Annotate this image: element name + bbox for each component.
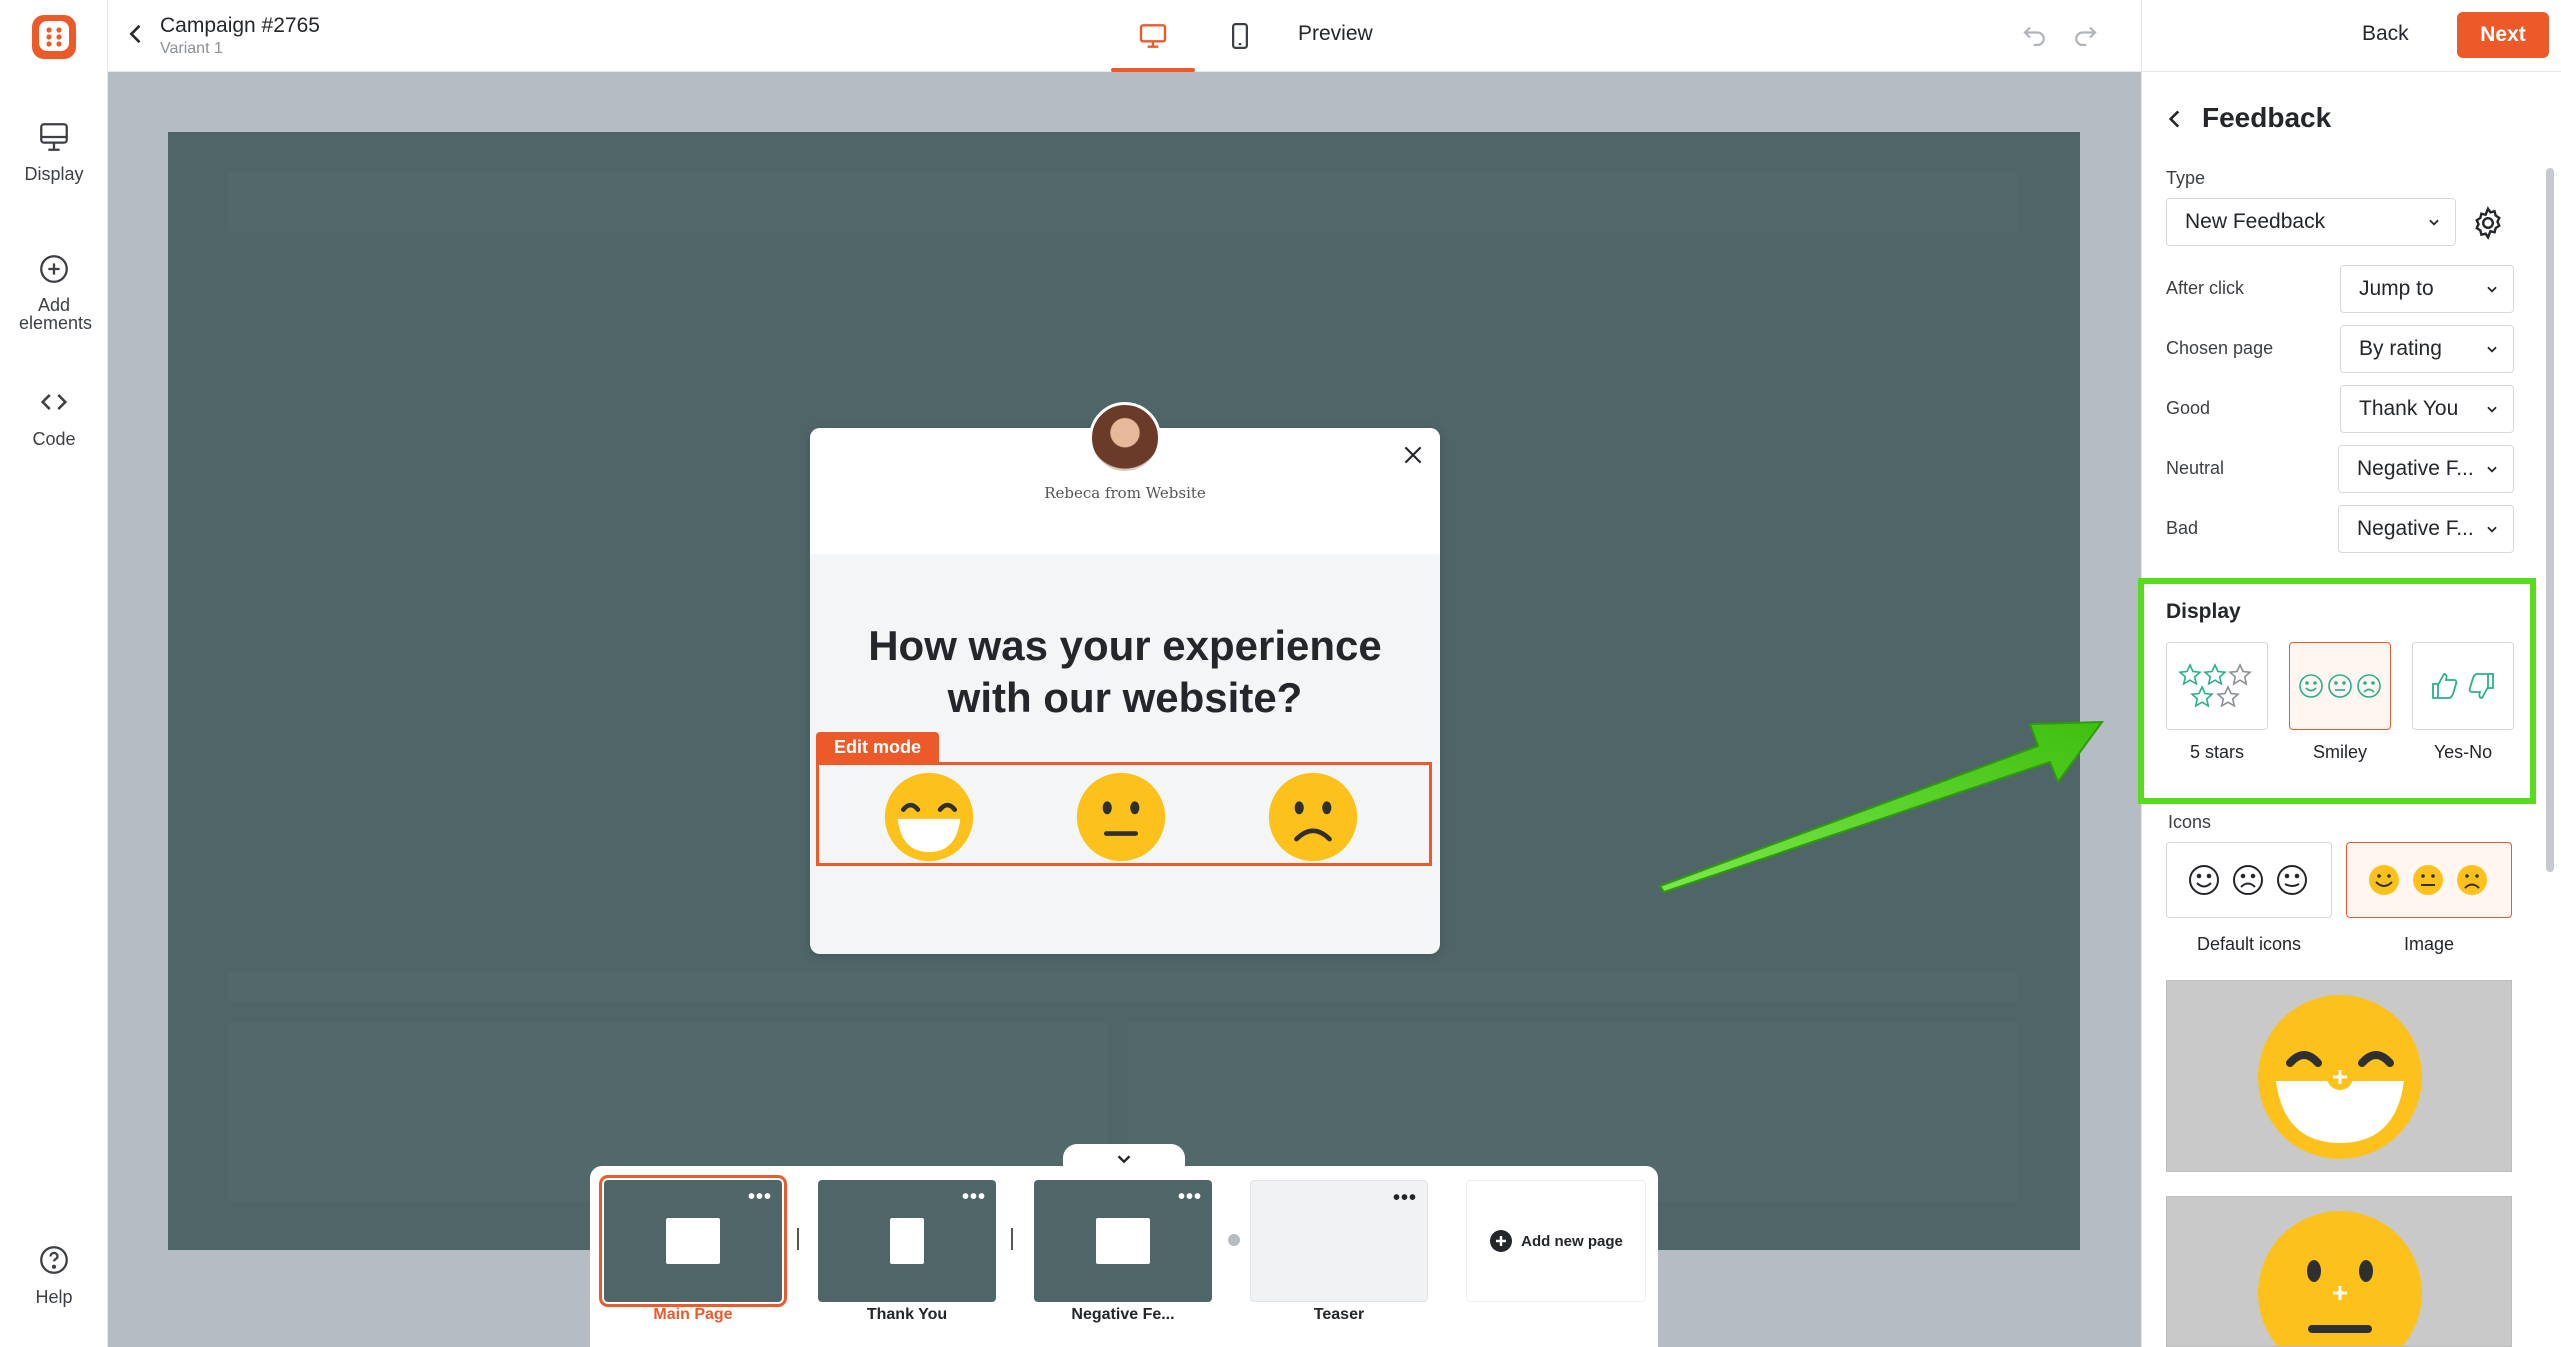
page-menu-icon[interactable]: ••• — [1178, 1186, 1202, 1209]
monitor-icon — [40, 123, 68, 151]
chevron-down-icon — [2487, 346, 2497, 353]
feedback-popup: Rebeca from Website How was your experie… — [810, 402, 1440, 954]
after-click-label: After click — [2166, 278, 2245, 298]
redo-icon[interactable] — [2070, 20, 2100, 50]
rail-item-help[interactable]: Help — [0, 1243, 108, 1308]
page-label: Main Page — [653, 1306, 733, 1323]
add-new-page-button[interactable]: Add new page — [1466, 1180, 1646, 1302]
desktop-view-button[interactable] — [1111, 0, 1195, 72]
chevron-down-icon — [2487, 406, 2497, 413]
rail-item-label: Help — [35, 1287, 73, 1307]
back-chevron-icon[interactable] — [2162, 106, 2188, 132]
feedback-rating-element[interactable] — [816, 762, 1432, 866]
popup-header: Rebeca from Website — [810, 402, 1440, 554]
icons-label: Icons — [2168, 812, 2212, 832]
page-thumb-negative-feedback[interactable]: ••• — [1034, 1180, 1212, 1302]
image-slot-neutral[interactable] — [2166, 1196, 2512, 1347]
rail-item-label: Add elements — [19, 295, 93, 333]
preview-button[interactable]: Preview — [1298, 22, 1373, 46]
chevron-down-icon — [2487, 526, 2497, 533]
image-slot-good[interactable] — [2166, 980, 2512, 1172]
neutral-face-icon — [2258, 1211, 2422, 1346]
plus-circle-icon — [1490, 1230, 1513, 1252]
mobile-icon — [1232, 23, 1248, 49]
bad-label: Bad — [2166, 518, 2199, 538]
pages-bar: ••• Main Page ••• Thank You ••• Negative… — [590, 1166, 1658, 1347]
top-bar: Campaign #2765 Variant 1 Preview — [108, 0, 2141, 72]
good-label: Good — [2166, 398, 2211, 418]
action-bar: Back Next — [2141, 0, 2561, 72]
default-face-icons — [2189, 865, 2307, 895]
rail-item-add-elements[interactable]: Add elements — [0, 252, 108, 332]
rail-item-label: Code — [32, 429, 76, 449]
icon-option-image[interactable] — [2346, 842, 2512, 918]
add-page-label: Add new page — [1521, 1232, 1623, 1250]
type-select[interactable]: New Feedback — [2166, 198, 2456, 246]
rail-item-code[interactable]: Code — [0, 385, 108, 450]
page-menu-icon[interactable]: ••• — [748, 1186, 772, 1209]
sender-name: Rebeca from Website — [1044, 484, 1206, 502]
chevron-down-icon — [2429, 219, 2439, 226]
grinning-face-icon[interactable] — [883, 771, 975, 863]
chevron-down-icon — [2487, 286, 2497, 293]
app-logo-icon[interactable] — [29, 12, 79, 62]
help-icon — [40, 1246, 68, 1274]
good-page-select[interactable]: Thank You — [2340, 385, 2514, 433]
type-label: Type — [2166, 168, 2206, 188]
panel-scrollbar[interactable] — [2546, 168, 2554, 872]
rail-item-label: Display — [24, 164, 84, 184]
close-icon[interactable] — [1400, 442, 1426, 468]
emoji-image-icons — [2369, 865, 2487, 895]
page-label: Negative Fe... — [1071, 1306, 1175, 1323]
icon-option-label: Default icons — [2196, 934, 2302, 954]
page-menu-icon[interactable]: ••• — [962, 1186, 986, 1209]
panel-title: Feedback — [2202, 102, 2332, 133]
neutral-label: Neutral — [2166, 458, 2225, 478]
bad-page-select[interactable]: Negative F... — [2338, 505, 2514, 553]
page-label: Teaser — [1313, 1306, 1365, 1323]
page-menu-icon[interactable]: ••• — [1393, 1187, 1417, 1210]
chosen-page-select[interactable]: By rating — [2340, 325, 2514, 373]
feedback-question[interactable]: How was your experience with our website… — [850, 620, 1400, 724]
mobile-view-button[interactable] — [1198, 0, 1282, 72]
sad-face-icon[interactable] — [1267, 771, 1359, 863]
highlight-box — [2138, 578, 2536, 804]
variant-label: Variant 1 — [160, 40, 223, 57]
chosen-page-label: Chosen page — [2166, 338, 2274, 358]
after-click-select[interactable]: Jump to — [2340, 265, 2514, 313]
avatar — [1089, 402, 1161, 474]
gear-icon[interactable] — [2470, 205, 2506, 241]
left-rail: Display Add elements Code Help — [0, 0, 108, 1347]
chevron-down-icon — [2487, 466, 2497, 473]
plus-circle-icon — [40, 255, 68, 283]
page-thumb-main[interactable]: ••• — [599, 1175, 787, 1307]
page-thumb-teaser[interactable]: ••• — [1250, 1180, 1428, 1302]
page-label: Thank You — [866, 1306, 948, 1323]
back-chevron-icon[interactable] — [122, 20, 150, 48]
next-button[interactable]: Next — [2457, 12, 2549, 58]
edit-mode-badge: Edit mode — [816, 732, 940, 762]
neutral-face-icon[interactable] — [1075, 771, 1167, 863]
back-button[interactable]: Back — [2362, 22, 2409, 46]
campaign-title: Campaign #2765 — [160, 14, 320, 37]
undo-icon[interactable] — [2020, 20, 2050, 50]
icon-option-label: Image — [2403, 934, 2455, 954]
rail-item-display[interactable]: Display — [0, 120, 108, 185]
grinning-face-icon — [2258, 995, 2422, 1159]
highlight-arrow-icon — [1658, 720, 2105, 894]
icon-option-default[interactable] — [2166, 842, 2332, 918]
page-thumb-thank-you[interactable]: ••• — [818, 1180, 996, 1302]
neutral-page-select[interactable]: Negative F... — [2338, 445, 2514, 493]
code-icon — [40, 394, 68, 410]
desktop-icon — [1139, 24, 1167, 48]
